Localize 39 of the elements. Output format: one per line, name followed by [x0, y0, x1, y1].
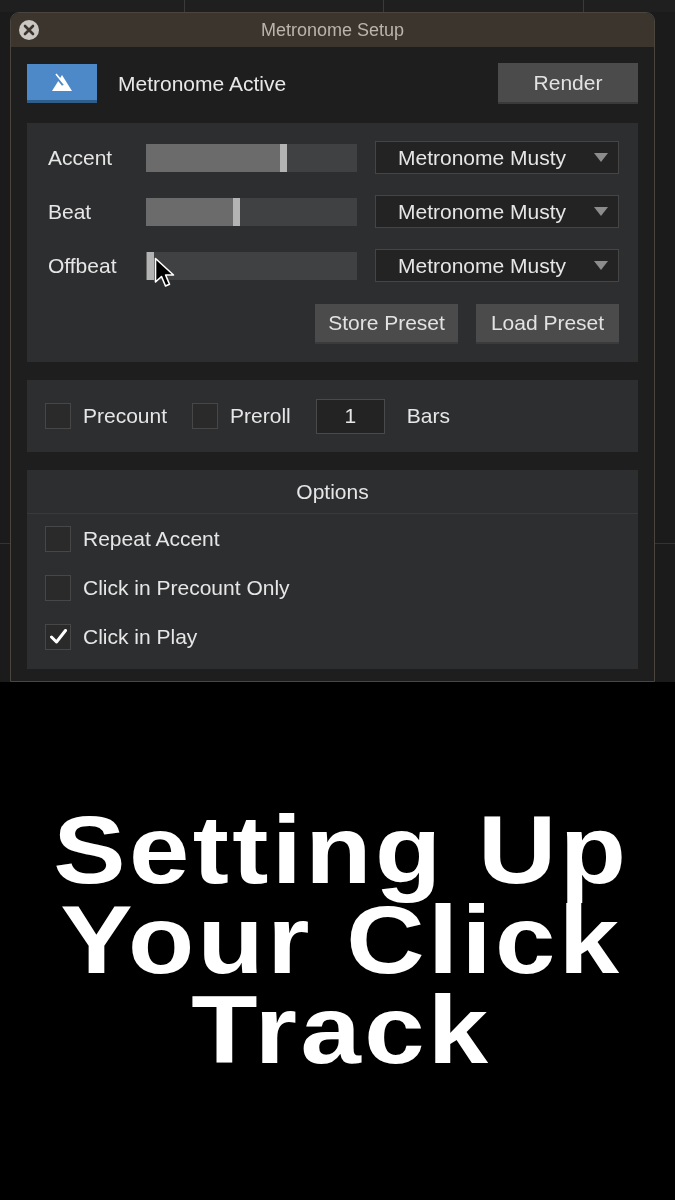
slider-fill[interactable]	[146, 251, 154, 280]
metronome-toggle[interactable]	[27, 64, 97, 103]
checkbox[interactable]	[192, 403, 219, 429]
caret-icon	[594, 207, 608, 216]
sound-dropdown[interactable]: Metronome Musty	[375, 195, 619, 228]
bars-label: Bars	[406, 403, 450, 430]
slider-label: Beat	[48, 198, 93, 225]
slider-fill[interactable]	[146, 197, 241, 226]
toggle-label: Metronome Active	[118, 70, 287, 97]
slider-label: Accent	[48, 144, 114, 171]
slider-label: Offbeat	[48, 252, 118, 279]
checkbox-label: Click in Play	[83, 623, 198, 650]
caption-title: Setting Up Your Click Track	[51, 805, 629, 1075]
checkbox[interactable]	[45, 623, 71, 650]
checkbox-label: Click in Precount Only	[83, 574, 290, 601]
volume-slider[interactable]	[146, 197, 357, 226]
checkbox[interactable]	[45, 574, 71, 601]
slider-fill[interactable]	[146, 143, 287, 172]
cursor-icon	[154, 257, 176, 288]
caret-icon	[594, 153, 608, 162]
caret-icon	[594, 261, 608, 270]
metronome-icon	[51, 73, 73, 91]
panel-heading: Options	[296, 478, 369, 505]
bars-field[interactable]: 1	[315, 398, 385, 434]
checkbox-label: Preroll	[230, 403, 291, 430]
checkbox-label: Repeat Accent	[83, 525, 220, 552]
sound-dropdown[interactable]: Metronome Musty	[375, 141, 619, 174]
volume-slider[interactable]	[146, 143, 357, 172]
checkbox[interactable]	[45, 403, 71, 429]
preset-button[interactable]: Store Preset	[315, 304, 458, 344]
preset-button[interactable]: Load Preset	[476, 304, 619, 344]
close-icon[interactable]	[19, 20, 39, 40]
window-title: Metronome Setup	[260, 18, 405, 42]
volume-slider[interactable]	[146, 251, 357, 280]
render-button[interactable]: Render	[498, 63, 638, 104]
checkbox[interactable]	[45, 525, 71, 552]
checkbox-label: Precount	[83, 403, 168, 430]
sound-dropdown[interactable]: Metronome Musty	[375, 249, 619, 282]
check-icon	[49, 629, 67, 644]
